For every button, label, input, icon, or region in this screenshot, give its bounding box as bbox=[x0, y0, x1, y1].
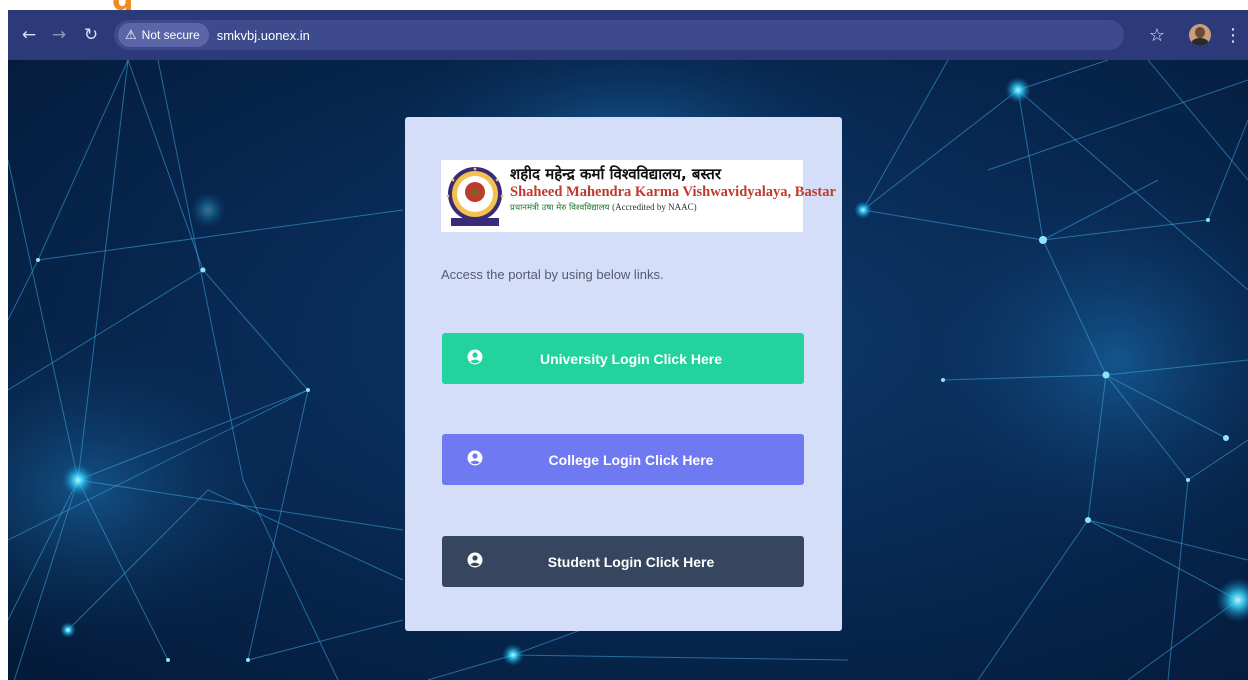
college-login-label: College Login Click Here bbox=[548, 451, 714, 468]
university-login-button[interactable]: University Login Click Here bbox=[442, 333, 804, 384]
logo-hindi-name: शहीद महेन्द्र कर्मा विश्वविद्यालय, बस्तर bbox=[510, 165, 721, 183]
profile-avatar-icon[interactable] bbox=[1189, 24, 1211, 46]
reload-icon[interactable]: ↻ bbox=[78, 22, 104, 48]
url-text[interactable]: smkvbj.uonex.in bbox=[217, 28, 310, 43]
address-bar[interactable]: ⚠ Not secure smkvbj.uonex.in bbox=[114, 20, 1124, 50]
browser-toolbar: ← → ↻ ⚠ Not secure smkvbj.uonex.in ☆ ⋮ bbox=[8, 10, 1248, 60]
intro-text: Access the portal by using below links. bbox=[441, 267, 664, 282]
security-chip[interactable]: ⚠ Not secure bbox=[118, 23, 209, 47]
warning-icon: ⚠ bbox=[125, 27, 137, 43]
accreditation-label: (Accredited by NAAC) bbox=[612, 202, 697, 212]
logo-subtitle: प्रधानमंत्री उषा मेरु विश्वविद्यालय (Acc… bbox=[510, 201, 802, 214]
college-login-button[interactable]: College Login Click Here bbox=[442, 434, 804, 485]
logo-sub-hindi: प्रधानमंत्री उषा मेरु विश्वविद्यालय bbox=[510, 203, 610, 213]
login-card: शहीद महेन्द्र कर्मा विश्वविद्यालय, बस्तर… bbox=[405, 117, 842, 631]
student-login-button[interactable]: Student Login Click Here bbox=[442, 536, 804, 587]
forward-arrow-icon[interactable]: → bbox=[46, 22, 72, 48]
back-arrow-icon[interactable]: ← bbox=[16, 22, 42, 48]
screenshot-frame: g ← → ↻ ⚠ Not secure smkvbj.uonex.in ☆ ⋮ bbox=[0, 0, 1248, 680]
university-login-label: University Login Click Here bbox=[539, 350, 723, 367]
kebab-menu-icon[interactable]: ⋮ bbox=[1222, 22, 1244, 48]
university-logo-banner: शहीद महेन्द्र कर्मा विश्वविद्यालय, बस्तर… bbox=[441, 160, 836, 232]
page-viewport: शहीद महेन्द्र कर्मा विश्वविद्यालय, बस्तर… bbox=[8, 60, 1248, 680]
logo-text-block: शहीद महेन्द्र कर्मा विश्वविद्यालय, बस्तर… bbox=[510, 165, 836, 214]
logo-english-name: Shaheed Mahendra Karma Vishwavidyalaya, … bbox=[510, 184, 836, 200]
university-seal-icon bbox=[446, 167, 504, 226]
security-label: Not secure bbox=[141, 28, 200, 42]
star-icon[interactable]: ☆ bbox=[1144, 22, 1170, 48]
student-login-label: Student Login Click Here bbox=[547, 553, 715, 570]
